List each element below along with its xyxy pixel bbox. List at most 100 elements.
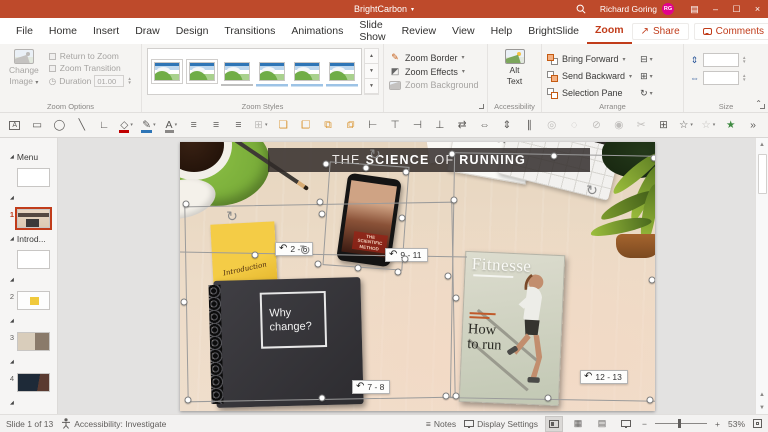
selection-handle[interactable] — [316, 198, 324, 206]
zoom-link-7-8[interactable]: ↶ 7 - 8 — [352, 380, 391, 394]
selection-handle[interactable] — [318, 210, 326, 218]
selection-handle[interactable] — [402, 168, 410, 176]
height-spinner[interactable]: ▲ ▼ — [742, 55, 746, 65]
selection-handle[interactable] — [394, 268, 402, 276]
tab-home[interactable]: Home — [41, 18, 85, 44]
slide-sorter-button[interactable]: ▦ — [570, 417, 586, 431]
tab-transitions[interactable]: Transitions — [216, 18, 283, 44]
share-button[interactable]: ↗ Share — [631, 22, 689, 40]
merge-combine-icon[interactable]: ◌ — [563, 115, 584, 135]
zoom-slider[interactable] — [655, 419, 708, 428]
selection-box[interactable] — [184, 201, 456, 403]
zoom-style-thumbnail[interactable] — [186, 59, 218, 84]
align-right-icon[interactable]: ≡ — [228, 115, 249, 135]
selection-handle[interactable] — [450, 196, 458, 204]
scrollbar-thumb[interactable] — [758, 154, 767, 194]
selection-handle[interactable] — [401, 255, 409, 263]
zoom-style-thumbnail[interactable] — [151, 59, 183, 84]
align-objects-top-icon[interactable]: ⊤ — [384, 115, 405, 135]
zoom-border-button[interactable]: ✎ Zoom Border ▾ — [389, 52, 479, 63]
selection-handle[interactable] — [550, 152, 558, 160]
zoom-level[interactable]: 53% — [728, 419, 745, 429]
zoom-background-button[interactable]: Zoom Background — [389, 80, 479, 90]
slide-thumbnail-3[interactable]: ◢ 3 — [0, 314, 57, 351]
selection-handle[interactable] — [444, 272, 452, 280]
selection-handle[interactable] — [251, 251, 259, 259]
previous-slide-icon[interactable]: ▲ — [756, 388, 768, 401]
merge-union-icon[interactable]: ◎ — [541, 115, 562, 135]
section-menu[interactable]: ◢ Menu — [0, 150, 57, 187]
position-icon[interactable]: ⊞ — [653, 115, 674, 135]
rotate-objects-button[interactable]: ↻ ▾ — [640, 86, 653, 100]
collapse-triangle-icon[interactable]: ◢ — [10, 236, 14, 242]
selection-handle[interactable] — [452, 392, 460, 400]
width-input[interactable] — [703, 71, 739, 85]
crop-icon[interactable]: ✂ — [631, 115, 652, 135]
align-objects-left-icon[interactable]: ⊢ — [362, 115, 383, 135]
zoom-style-thumbnail[interactable] — [256, 59, 288, 84]
slide-thumbnail-image[interactable] — [17, 332, 50, 351]
zoom-style-thumbnail[interactable] — [326, 59, 358, 84]
distribute-horizontal-icon[interactable]: ⊣ — [407, 115, 428, 135]
toolbar-overflow-icon[interactable]: » — [742, 115, 763, 135]
align-left-icon[interactable]: ≡ — [183, 115, 204, 135]
normal-view-button[interactable] — [545, 415, 564, 432]
tab-file[interactable]: File — [8, 18, 41, 44]
distribute-vertical-icon[interactable]: ⊥ — [429, 115, 450, 135]
brightslide-star-icon[interactable]: ★ — [720, 115, 741, 135]
duration-input[interactable] — [94, 75, 125, 87]
swap-position-icon[interactable]: ⇄ — [452, 115, 473, 135]
collapse-triangle-icon[interactable]: ◢ — [10, 154, 14, 160]
favorite-shapes-icon[interactable]: ☆ — [675, 115, 696, 135]
selection-pane-button[interactable]: Selection Pane — [547, 86, 632, 100]
slide-thumbnail-image[interactable] — [15, 207, 52, 230]
font-color-icon[interactable]: A — [161, 115, 182, 135]
minimize-icon[interactable]: – — [705, 0, 726, 18]
comments-button[interactable]: Comments — [693, 22, 768, 40]
vertical-scrollbar[interactable]: ▲ ▲ ▼ — [755, 138, 768, 414]
collapse-triangle-icon[interactable]: ◢ — [10, 277, 14, 283]
oval-icon[interactable]: ◯ — [49, 115, 70, 135]
selection-handle[interactable] — [318, 394, 326, 402]
zoom-in-button[interactable]: + — [715, 419, 720, 429]
elbow-connector-icon[interactable]: ∟ — [94, 115, 115, 135]
send-to-back-icon[interactable]: ⧉ — [340, 115, 361, 135]
width-spinner[interactable]: ▲ ▼ — [742, 73, 746, 83]
slide-thumbnail-5[interactable]: ◢ 5 — [0, 396, 57, 414]
selection-handle[interactable] — [362, 164, 370, 172]
collapse-triangle-icon[interactable]: ◢ — [10, 318, 14, 324]
selection-handle[interactable] — [442, 392, 450, 400]
tab-draw[interactable]: Draw — [127, 18, 168, 44]
selection-handle[interactable] — [184, 396, 192, 404]
zoom-style-thumbnail[interactable] — [291, 59, 323, 84]
zoom-out-button[interactable]: − — [642, 419, 647, 429]
slide-canvas[interactable]: THE SCIENCE OF RUNNING Introduction THE … — [58, 138, 755, 414]
collapse-triangle-icon[interactable]: ◢ — [10, 400, 14, 406]
reading-view-button[interactable]: ▤ — [594, 417, 610, 431]
selection-box[interactable] — [449, 152, 655, 402]
dialog-launcher-icon[interactable] — [479, 104, 484, 109]
selection-handle[interactable] — [182, 200, 190, 208]
align-center-icon[interactable]: ≡ — [205, 115, 226, 135]
return-to-zoom-checkbox[interactable]: Return to Zoom — [48, 51, 132, 61]
next-slide-icon[interactable]: ▼ — [756, 401, 768, 414]
section-introduction[interactable]: ◢ Introd... — [0, 232, 57, 269]
tab-review[interactable]: Review — [394, 18, 444, 44]
rotation-handle-icon[interactable]: ↻ — [226, 209, 238, 223]
selection-handle[interactable] — [180, 298, 188, 306]
rotation-handle-icon[interactable]: ↻ — [586, 183, 598, 197]
slide-thumbnail-2[interactable]: ◢ 2 — [0, 273, 57, 310]
slide-thumbnail-image[interactable] — [17, 373, 50, 392]
bring-forward-button[interactable]: Bring Forward ▾ — [547, 52, 632, 66]
selection-handle[interactable] — [448, 150, 456, 158]
gallery-more-icon[interactable]: ▼ — [365, 79, 378, 94]
zoom-effects-button[interactable]: ◩ Zoom Effects ▾ — [389, 66, 479, 77]
text-box-icon[interactable]: A — [4, 115, 25, 135]
tab-insert[interactable]: Insert — [85, 18, 127, 44]
collapse-ribbon-icon[interactable]: ⌃ — [755, 99, 762, 108]
equalize-gaps-icon[interactable]: ∥ — [519, 115, 540, 135]
align-objects-button[interactable]: ⊟ ▾ — [640, 52, 653, 66]
merge-fragment-icon[interactable]: ⊘ — [586, 115, 607, 135]
duration-spinner[interactable]: ▲ ▼ — [127, 76, 131, 86]
restore-icon[interactable]: ☐ — [726, 0, 747, 18]
